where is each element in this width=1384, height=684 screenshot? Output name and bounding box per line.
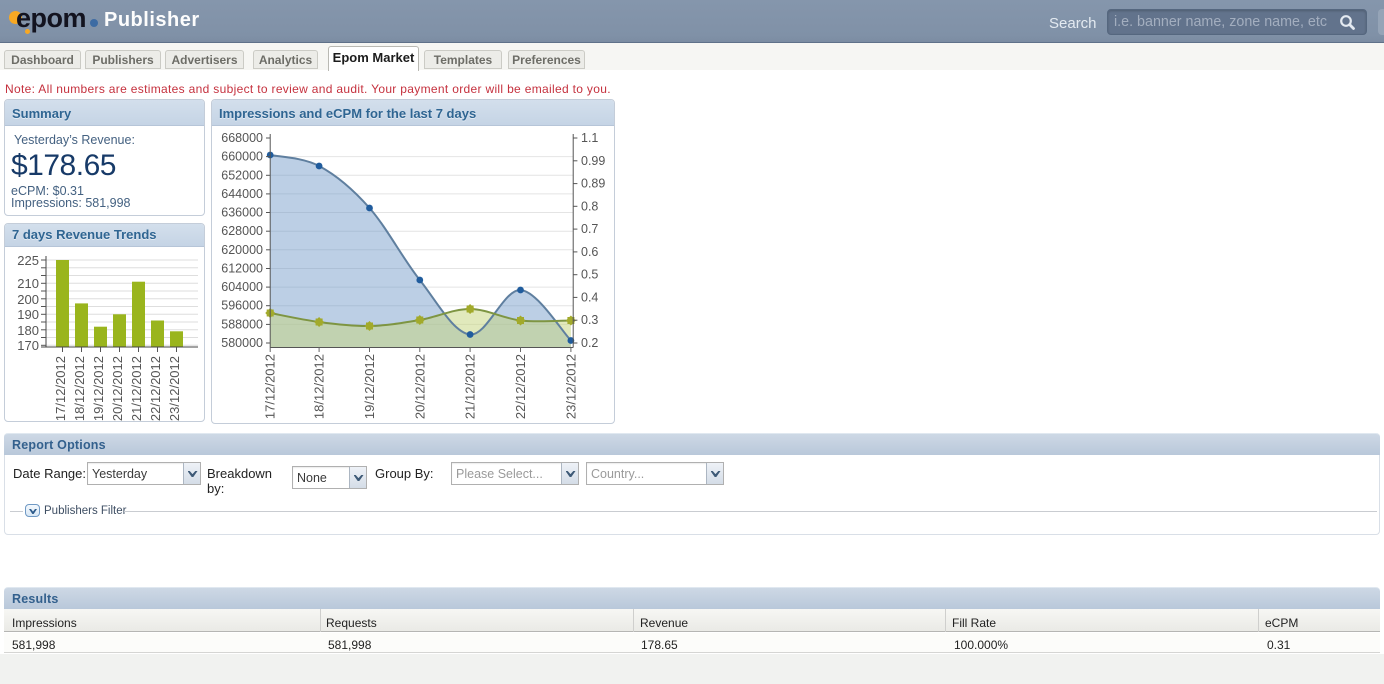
svg-text:580000: 580000 [221,336,263,350]
svg-text:190: 190 [17,307,39,322]
svg-text:18/12/2012: 18/12/2012 [312,354,327,419]
svg-text:1.1: 1.1 [581,131,598,145]
svg-text:644000: 644000 [221,187,263,201]
svg-text:21/12/2012: 21/12/2012 [129,356,144,421]
svg-text:21/12/2012: 21/12/2012 [463,354,478,419]
svg-text:0.99: 0.99 [581,154,605,168]
svg-text:0.6: 0.6 [581,245,598,259]
svg-text:180: 180 [17,323,39,338]
svg-text:636000: 636000 [221,206,263,220]
svg-text:604000: 604000 [221,280,263,294]
svg-text:612000: 612000 [221,262,263,276]
svg-text:225: 225 [17,253,39,268]
svg-text:210: 210 [17,276,39,291]
svg-text:19/12/2012: 19/12/2012 [91,356,106,421]
svg-text:660000: 660000 [221,150,263,164]
svg-text:0.5: 0.5 [581,268,598,282]
svg-text:200: 200 [17,292,39,307]
svg-text:22/12/2012: 22/12/2012 [513,354,528,419]
svg-text:596000: 596000 [221,299,263,313]
svg-text:588000: 588000 [221,317,263,331]
svg-text:170: 170 [17,338,39,353]
svg-text:23/12/2012: 23/12/2012 [563,354,578,419]
svg-text:17/12/2012: 17/12/2012 [263,354,278,419]
svg-text:22/12/2012: 22/12/2012 [148,356,163,421]
svg-text:652000: 652000 [221,168,263,182]
svg-text:628000: 628000 [221,224,263,238]
svg-text:0.7: 0.7 [581,222,598,236]
svg-text:668000: 668000 [221,131,263,145]
svg-text:620000: 620000 [221,243,263,257]
svg-text:0.4: 0.4 [581,290,598,304]
svg-text:20/12/2012: 20/12/2012 [110,356,125,421]
svg-text:0.2: 0.2 [581,336,598,350]
svg-text:0.3: 0.3 [581,313,598,327]
svg-text:17/12/2012: 17/12/2012 [53,356,68,421]
svg-text:20/12/2012: 20/12/2012 [412,354,427,419]
svg-text:23/12/2012: 23/12/2012 [167,356,182,421]
svg-text:0.89: 0.89 [581,177,605,191]
svg-text:18/12/2012: 18/12/2012 [72,356,87,421]
svg-text:19/12/2012: 19/12/2012 [362,354,377,419]
svg-text:0.8: 0.8 [581,199,598,213]
